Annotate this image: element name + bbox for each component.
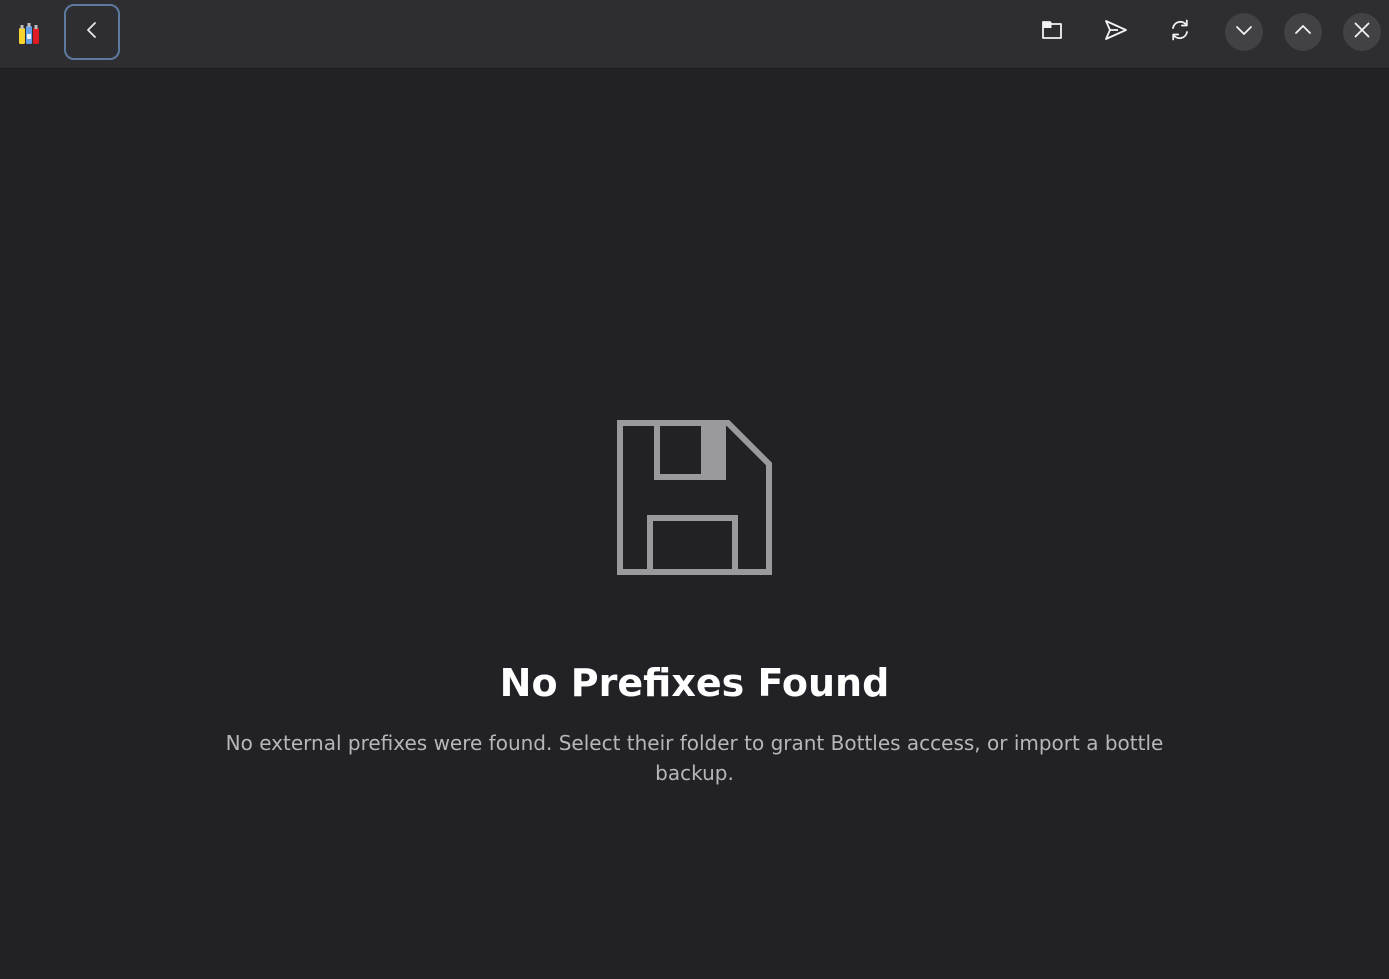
app-window: No Prefixes Found No external prefixes w… <box>0 0 1389 979</box>
empty-status-page: No Prefixes Found No external prefixes w… <box>0 70 1389 979</box>
header-bar <box>0 0 1389 69</box>
chevron-left-icon <box>82 20 102 44</box>
chevron-down-icon <box>1234 20 1254 44</box>
floppy-disk-icon <box>617 420 772 575</box>
bottles-app-icon <box>17 22 41 46</box>
open-folder-button[interactable] <box>1033 13 1071 51</box>
chevron-up-icon <box>1293 20 1313 44</box>
minimize-button[interactable] <box>1225 13 1263 51</box>
status-description: No external prefixes were found. Select … <box>225 731 1164 785</box>
maximize-button[interactable] <box>1284 13 1322 51</box>
send-icon <box>1104 19 1128 45</box>
status-title: No Prefixes Found <box>499 661 890 705</box>
back-button[interactable] <box>64 4 120 60</box>
send-button[interactable] <box>1097 13 1135 51</box>
folder-open-icon <box>1041 19 1063 45</box>
close-button[interactable] <box>1343 13 1381 51</box>
close-icon <box>1353 21 1371 43</box>
refresh-icon <box>1169 19 1191 45</box>
refresh-button[interactable] <box>1161 13 1199 51</box>
